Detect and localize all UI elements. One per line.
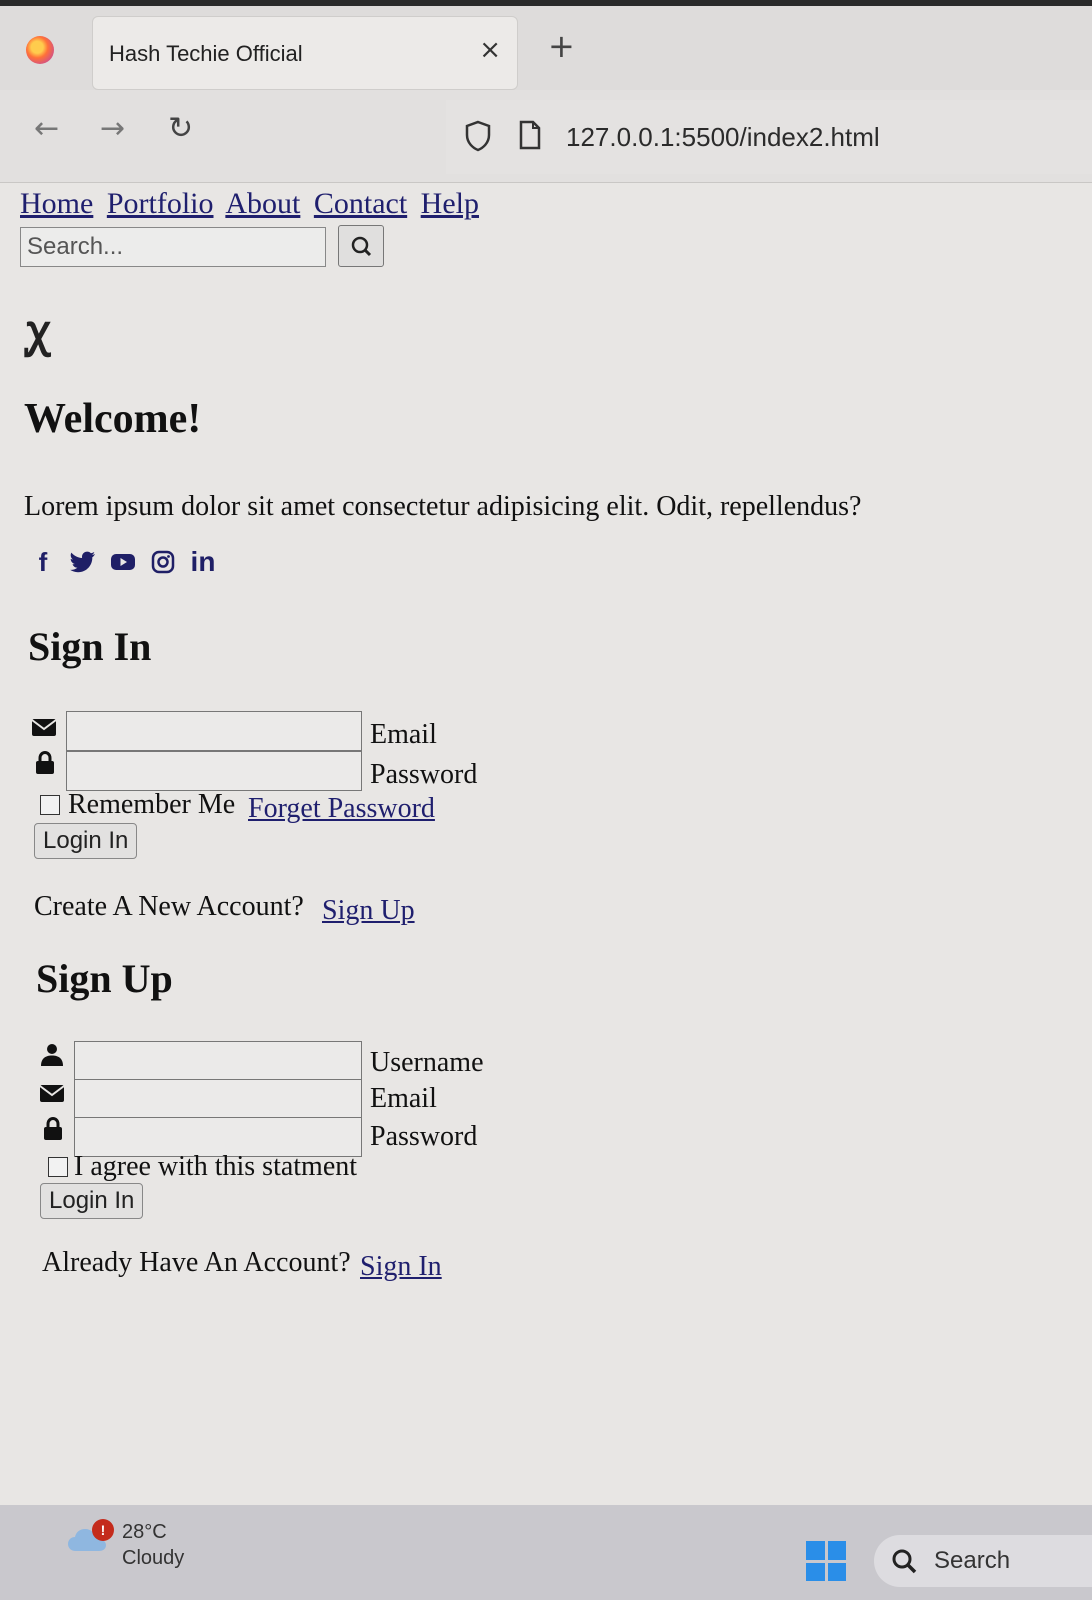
- have-account-prompt: Already Have An Account?: [42, 1247, 351, 1278]
- signup-username-label: Username: [370, 1047, 484, 1078]
- url-text[interactable]: 127.0.0.1:5500/index2.html: [566, 122, 880, 153]
- agree-checkbox[interactable]: [48, 1157, 68, 1177]
- signin-email-field[interactable]: [66, 711, 362, 751]
- signup-link[interactable]: Sign Up: [322, 895, 415, 927]
- page-info-icon[interactable]: [518, 120, 542, 150]
- search-icon: [892, 1549, 917, 1574]
- search-button[interactable]: [338, 225, 384, 267]
- firefox-logo-icon: [26, 36, 54, 64]
- signup-username-field[interactable]: [74, 1041, 362, 1081]
- weather-temperature[interactable]: 28°C: [122, 1521, 167, 1544]
- signup-email-field[interactable]: [74, 1079, 362, 1119]
- brand-logo-icon: ꭕ: [26, 306, 51, 357]
- create-account-prompt: Create A New Account?: [34, 891, 304, 922]
- linkedin-icon[interactable]: in: [190, 546, 216, 577]
- new-tab-button[interactable]: +: [548, 30, 575, 62]
- signin-email-label: Email: [370, 719, 437, 750]
- twitter-icon[interactable]: [70, 549, 96, 575]
- envelope-icon: [39, 1085, 65, 1102]
- signin-password-field[interactable]: [66, 751, 362, 791]
- page-content: Home Portfolio About Contact Help ꭕ Welc…: [0, 183, 1092, 1505]
- taskbar-search-label: Search: [934, 1547, 1011, 1574]
- remember-me-label: Remember Me: [68, 789, 236, 820]
- address-bar[interactable]: 127.0.0.1:5500/index2.html: [446, 100, 1092, 174]
- signup-login-button[interactable]: Login In: [40, 1183, 144, 1219]
- social-links: f in: [30, 546, 216, 577]
- lock-icon: [36, 751, 54, 774]
- nav-link-help[interactable]: Help: [421, 187, 479, 220]
- intro-text: Lorem ipsum dolor sit amet consectetur a…: [24, 491, 862, 522]
- signup-title: Sign Up: [36, 956, 173, 1001]
- close-tab-icon[interactable]: ×: [479, 35, 501, 65]
- main-nav: Home Portfolio About Contact Help: [20, 187, 485, 221]
- search-icon: [351, 236, 372, 257]
- facebook-icon[interactable]: f: [30, 547, 56, 577]
- signin-password-label: Password: [370, 759, 478, 790]
- windows-start-icon[interactable]: [806, 1541, 846, 1581]
- agree-label: I agree with this statment: [74, 1151, 358, 1182]
- weather-alert-badge: !: [92, 1519, 114, 1541]
- lock-icon: [44, 1117, 62, 1140]
- nav-link-portfolio[interactable]: Portfolio: [107, 187, 214, 220]
- signin-login-button[interactable]: Login In: [34, 823, 138, 859]
- nav-link-about[interactable]: About: [225, 187, 300, 220]
- forward-button[interactable]: →: [100, 114, 125, 144]
- tab-title: Hash Techie Official: [109, 41, 303, 66]
- browser-tab[interactable]: Hash Techie Official ×: [92, 16, 518, 90]
- shield-icon[interactable]: [464, 120, 492, 152]
- remember-me-checkbox[interactable]: [40, 795, 60, 815]
- signin-title: Sign In: [28, 624, 152, 669]
- nav-link-home[interactable]: Home: [20, 187, 93, 220]
- instagram-icon[interactable]: [150, 549, 176, 575]
- browser-tab-bar: Hash Techie Official × +: [0, 0, 1092, 90]
- forgot-password-link[interactable]: Forget Password: [248, 793, 435, 825]
- reload-button[interactable]: ↻: [168, 114, 193, 144]
- taskbar: ! 28°C Cloudy Search: [0, 1505, 1092, 1600]
- welcome-title: Welcome!: [24, 396, 202, 442]
- search-input[interactable]: [20, 227, 326, 267]
- user-icon: [41, 1044, 63, 1066]
- back-button[interactable]: ←: [34, 114, 59, 144]
- youtube-icon[interactable]: [110, 549, 136, 575]
- signin-link[interactable]: Sign In: [360, 1251, 442, 1283]
- nav-link-contact[interactable]: Contact: [314, 187, 407, 220]
- envelope-icon: [31, 719, 57, 736]
- weather-condition[interactable]: Cloudy: [122, 1547, 184, 1570]
- signup-password-label: Password: [370, 1121, 478, 1152]
- browser-toolbar: ← → ↻ 127.0.0.1:5500/index2.html: [0, 90, 1092, 183]
- taskbar-search[interactable]: Search: [874, 1535, 1092, 1587]
- signup-email-label: Email: [370, 1083, 437, 1114]
